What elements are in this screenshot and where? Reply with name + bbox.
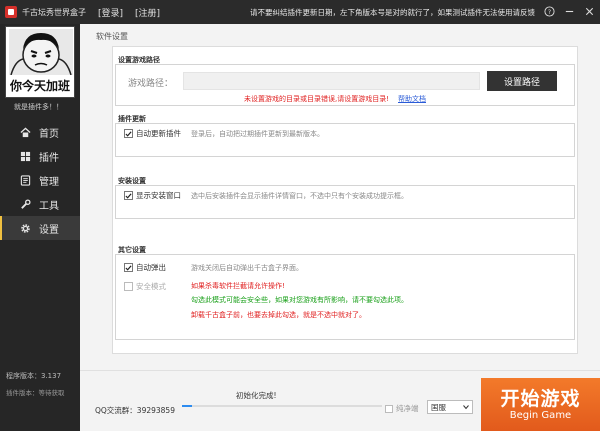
window-controls: ? [542,4,596,18]
sidebar-item-tools[interactable]: 工具 [0,192,80,216]
checkbox-checked-icon [124,129,133,138]
game-path-input[interactable] [183,72,480,90]
gear-icon [21,223,30,233]
plugin-version: 插件版本：等待获取 [6,389,65,397]
set-path-button[interactable]: 设置路径 [487,71,557,91]
sidebar-item-label: 插件 [39,152,59,164]
sidebar-item-manage[interactable]: 管理 [0,168,80,192]
checkbox-unchecked-icon [124,282,133,291]
update-notice: 请不要纠结插件更新日期，左下角版本号是对的就行了，如果测试插件无法使用请反馈 [250,8,535,17]
pure-client-checkbox[interactable]: 纯净端 [385,403,419,414]
server-select[interactable]: 国服 [427,400,473,414]
chevron-down-icon [463,405,469,410]
minimize-icon[interactable] [562,4,576,18]
checkbox-unchecked-icon [385,404,393,413]
auto-update-desc: 登录后，自动把过期插件更新到最新版本。 [191,130,324,138]
wrench-icon [21,198,31,209]
uninstall-warning: 卸载千古盒子前，也要去掉此勾选，就是不选中就对了。 [191,311,366,319]
start-game-button[interactable]: 开始游戏 Begin Game [481,378,600,431]
checkbox-label: 纯净端 [396,404,419,413]
title-bar: 千古坛秀世界盒子 [登录] [注册] 请不要纠结插件更新日期，左下角版本号是对的… [0,0,600,24]
sidebar-item-settings[interactable]: 设置 [0,216,80,240]
help-doc-link[interactable]: 帮助文档 [398,94,426,104]
sidebar: 你今天加班 就是插件多！！ 首页 插件 管理 工具 设置 程序版本：3.137 … [0,24,80,431]
auto-popup-checkbox[interactable]: 自动弹出 [124,262,166,273]
start-game-sublabel: Begin Game [509,409,572,421]
checkbox-checked-icon [124,263,133,272]
login-link[interactable]: [登录] [98,6,123,19]
checkbox-checked-icon [124,191,133,200]
progress-fill [182,405,192,407]
checkbox-label: 安全模式 [136,282,166,291]
start-game-label: 开始游戏 [500,387,581,410]
safe-mode-hint: 勾选此模式可能会安全些，如果对您游戏有所影响，请不要勾选此项。 [191,296,408,304]
app-title: 千古坛秀世界盒子 [22,7,86,17]
sidebar-item-label: 首页 [39,128,59,140]
manage-icon [20,174,31,186]
slogan: 就是插件多！！ [14,103,63,111]
sidebar-item-label: 设置 [39,224,59,236]
checkbox-label: 自动更新插件 [136,129,181,138]
qq-group: QQ交流群：39293859 [95,406,175,415]
safe-mode-checkbox[interactable]: 安全模式 [124,281,166,292]
plugin-icon [20,151,31,161]
program-version: 程序版本：3.137 [6,372,62,380]
home-icon [20,127,31,137]
server-select-value: 国服 [431,402,446,412]
auto-update-checkbox[interactable]: 自动更新插件 [124,128,181,139]
sidebar-item-label: 管理 [39,176,59,188]
register-link[interactable]: [注册] [135,6,160,19]
app-logo-icon [5,6,17,18]
auto-popup-desc: 游戏关闭后自动弹出千古盒子界面。 [191,264,303,272]
progress-status: 初始化完成! [236,391,277,400]
avatar-caption: 你今天加班 [9,79,70,93]
sidebar-item-home[interactable]: 首页 [0,120,80,144]
avatar[interactable]: 你今天加班 [5,26,75,98]
auth-links: [登录] [注册] [98,6,160,19]
group-update [115,123,575,157]
nav-menu: 首页 插件 管理 工具 设置 [0,120,80,240]
path-label: 游戏路径： [128,79,174,89]
close-icon[interactable] [582,4,596,18]
page-title: 软件设置 [96,32,128,41]
checkbox-label: 自动弹出 [136,263,166,272]
meme-face-icon [9,29,73,75]
progress-bar [182,405,382,407]
sidebar-item-label: 工具 [39,200,59,212]
safe-mode-warning: 如果杀毒软件拦截请允许操作! [191,282,285,290]
svg-text:?: ? [547,7,550,15]
show-install-desc: 选中后安装插件会显示插件详情窗口，不选中只有个安装成功提示框。 [191,192,408,200]
checkbox-label: 显示安装窗口 [136,191,181,200]
path-warning: 未设置游戏的目录或目录错误,请设置游戏目录! [244,95,390,103]
help-icon[interactable]: ? [542,4,556,18]
show-install-window-checkbox[interactable]: 显示安装窗口 [124,190,181,201]
sidebar-item-plugins[interactable]: 插件 [0,144,80,168]
